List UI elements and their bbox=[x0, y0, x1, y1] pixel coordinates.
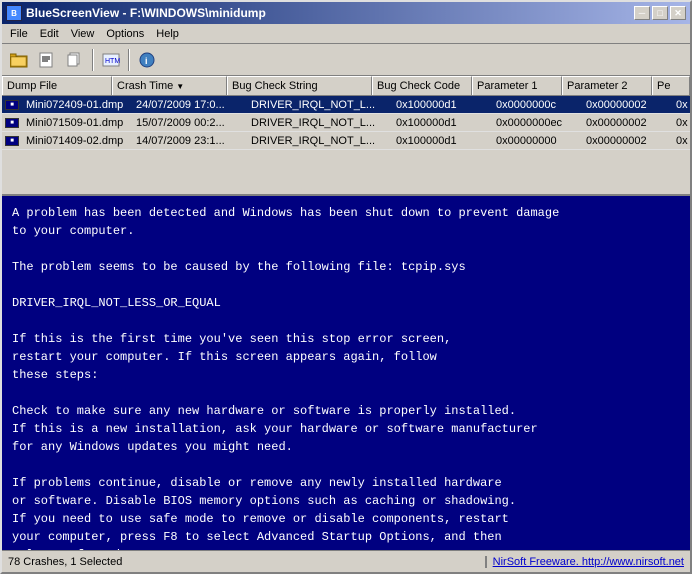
col-header-pe[interactable]: Pe bbox=[652, 76, 690, 95]
main-window: B BlueScreenView - F:\WINDOWS\minidump ─… bbox=[0, 0, 692, 574]
cell-param1: 0x0000000c bbox=[492, 98, 582, 112]
col-header-param2[interactable]: Parameter 2 bbox=[562, 76, 652, 95]
toolbar-separator-2 bbox=[128, 49, 130, 71]
col-header-param1[interactable]: Parameter 1 bbox=[472, 76, 562, 95]
minimize-button[interactable]: ─ bbox=[634, 6, 650, 20]
open-folder-button[interactable] bbox=[6, 47, 32, 73]
cell-pe: 0x bbox=[672, 134, 690, 148]
cell-bugcode: 0x100000d1 bbox=[392, 134, 492, 148]
menu-bar: File Edit View Options Help bbox=[2, 24, 690, 44]
menu-view[interactable]: View bbox=[65, 26, 101, 42]
col-header-bugcode[interactable]: Bug Check Code bbox=[372, 76, 472, 95]
cell-bugstr: DRIVER_IRQL_NOT_L... bbox=[247, 116, 392, 130]
cell-bugstr: DRIVER_IRQL_NOT_L... bbox=[247, 134, 392, 148]
table-row[interactable]: ■ Mini072409-01.dmp 24/07/2009 17:0... D… bbox=[2, 96, 690, 114]
title-bar: B BlueScreenView - F:\WINDOWS\minidump ─… bbox=[2, 2, 690, 24]
bsod-text: A problem has been detected and Windows … bbox=[12, 204, 680, 550]
main-content: Dump File Crash Time ▼ Bug Check String … bbox=[2, 76, 690, 550]
bsod-mini-icon: ■ bbox=[5, 100, 19, 110]
cell-pe: 0x bbox=[672, 98, 690, 112]
cell-param1: 0x0000000ec bbox=[492, 116, 582, 130]
table-row[interactable]: ■ Mini071409-02.dmp 14/07/2009 23:1... D… bbox=[2, 132, 690, 150]
bsod-mini-icon: ■ bbox=[5, 136, 19, 146]
bsod-mini-icon: ■ bbox=[5, 118, 19, 128]
copy-button[interactable] bbox=[62, 47, 88, 73]
toolbar: HTML i bbox=[2, 44, 690, 76]
row-icon: ■ bbox=[4, 97, 20, 113]
bsod-detail-panel[interactable]: A problem has been detected and Windows … bbox=[2, 196, 690, 550]
cell-crash-time: 14/07/2009 23:1... bbox=[132, 134, 247, 148]
cell-bugstr: DRIVER_IRQL_NOT_L... bbox=[247, 98, 392, 112]
status-crash-count: 78 Crashes, 1 Selected bbox=[2, 556, 487, 568]
col-header-dump[interactable]: Dump File bbox=[2, 76, 112, 95]
cell-param1: 0x00000000 bbox=[492, 134, 582, 148]
table-body[interactable]: ■ Mini072409-01.dmp 24/07/2009 17:0... D… bbox=[2, 96, 690, 194]
properties-button[interactable] bbox=[34, 47, 60, 73]
menu-options[interactable]: Options bbox=[100, 26, 150, 42]
cell-dump: Mini072409-01.dmp bbox=[22, 98, 132, 112]
cell-param2: 0x00000002 bbox=[582, 134, 672, 148]
cell-bugcode: 0x100000d1 bbox=[392, 98, 492, 112]
col-header-bugstr[interactable]: Bug Check String bbox=[227, 76, 372, 95]
cell-crash-time: 15/07/2009 00:2... bbox=[132, 116, 247, 130]
crash-table: Dump File Crash Time ▼ Bug Check String … bbox=[2, 76, 690, 196]
cell-dump: Mini071509-01.dmp bbox=[22, 116, 132, 130]
app-icon: B bbox=[6, 5, 22, 21]
cell-param2: 0x00000002 bbox=[582, 98, 672, 112]
close-button[interactable]: ✕ bbox=[670, 6, 686, 20]
about-button[interactable]: i bbox=[134, 47, 160, 73]
sort-arrow-icon: ▼ bbox=[176, 82, 184, 91]
window-controls: ─ □ ✕ bbox=[634, 6, 686, 20]
maximize-button[interactable]: □ bbox=[652, 6, 668, 20]
col-header-crash[interactable]: Crash Time ▼ bbox=[112, 76, 227, 95]
status-bar: 78 Crashes, 1 Selected NirSoft Freeware.… bbox=[2, 550, 690, 572]
html-report-button[interactable]: HTML bbox=[98, 47, 124, 73]
svg-text:HTML: HTML bbox=[105, 58, 120, 65]
table-row[interactable]: ■ Mini071509-01.dmp 15/07/2009 00:2... D… bbox=[2, 114, 690, 132]
menu-file[interactable]: File bbox=[4, 26, 34, 42]
menu-help[interactable]: Help bbox=[150, 26, 185, 42]
cell-pe: 0x bbox=[672, 116, 690, 130]
cell-param2: 0x00000002 bbox=[582, 116, 672, 130]
cell-dump: Mini071409-02.dmp bbox=[22, 134, 132, 148]
table-header: Dump File Crash Time ▼ Bug Check String … bbox=[2, 76, 690, 96]
svg-text:i: i bbox=[145, 56, 148, 66]
cell-bugcode: 0x100000d1 bbox=[392, 116, 492, 130]
menu-edit[interactable]: Edit bbox=[34, 26, 65, 42]
cell-crash-time: 24/07/2009 17:0... bbox=[132, 98, 247, 112]
toolbar-separator-1 bbox=[92, 49, 94, 71]
row-icon: ■ bbox=[4, 133, 20, 149]
row-icon: ■ bbox=[4, 115, 20, 131]
window-title: BlueScreenView - F:\WINDOWS\minidump bbox=[26, 6, 634, 20]
status-nirsoft-link[interactable]: NirSoft Freeware. http://www.nirsoft.net bbox=[487, 556, 690, 568]
